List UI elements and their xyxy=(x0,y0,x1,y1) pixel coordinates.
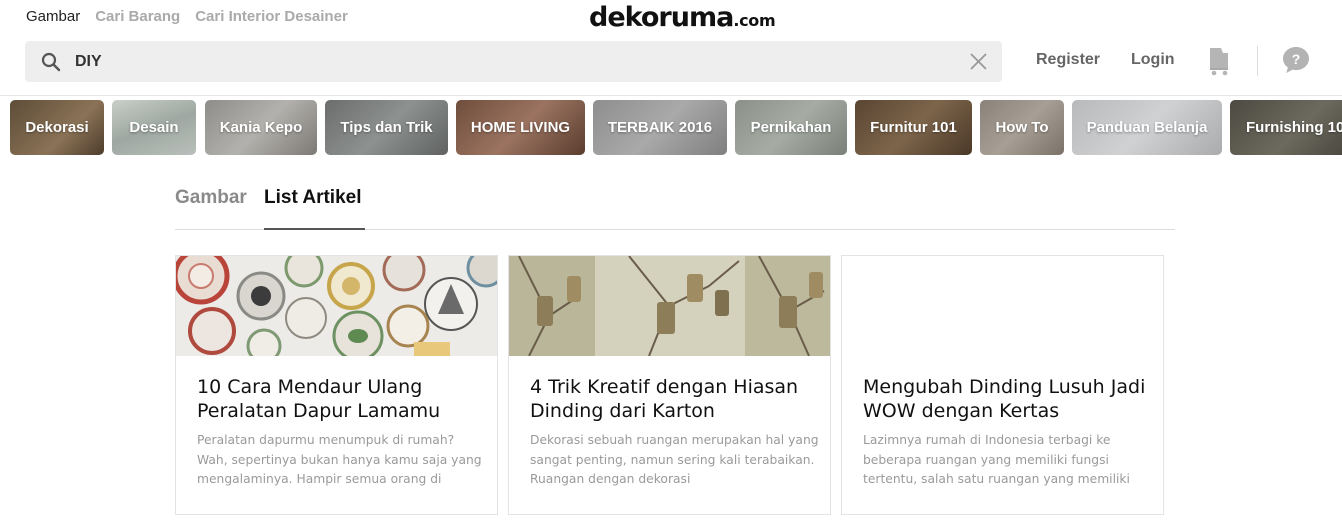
category-label: Dekorasi xyxy=(25,119,89,136)
category-pernikahan[interactable]: Pernikahan xyxy=(735,100,847,155)
category-label: Panduan Belanja xyxy=(1086,119,1208,136)
article-image-placeholder xyxy=(842,256,1163,356)
category-label: Furnishing 101 xyxy=(1246,119,1342,136)
header-divider xyxy=(1257,46,1258,76)
category-label: Desain xyxy=(129,119,179,136)
category-home-living[interactable]: HOME LIVING xyxy=(456,100,585,155)
category-label: Kania Kepo xyxy=(219,119,303,136)
mode-tab-cari-barang[interactable]: Cari Barang xyxy=(95,8,180,25)
view-toggle: Gambar List Artikel xyxy=(175,187,1175,230)
logo-main-text: dekoruma xyxy=(589,2,734,33)
category-label: Tips dan Trik xyxy=(340,119,433,136)
shopping-bag-icon[interactable] xyxy=(1207,45,1231,76)
tab-gambar[interactable]: Gambar xyxy=(175,187,247,230)
article-title[interactable]: 4 Trik Kreatif dengan Hiasan Dinding dar… xyxy=(530,375,820,423)
site-logo[interactable]: dekoruma.com xyxy=(589,2,776,33)
category-label: HOME LIVING xyxy=(470,119,571,136)
svg-text:?: ? xyxy=(1292,51,1301,67)
category-label: How To xyxy=(995,119,1049,136)
search-mode-tabs: Gambar Cari Barang Cari Interior Desaine… xyxy=(26,8,348,25)
article-card[interactable]: 10 Cara Mendaur Ulang Peralatan Dapur La… xyxy=(175,255,498,515)
login-link[interactable]: Login xyxy=(1131,51,1175,69)
category-label: Pernikahan xyxy=(750,119,832,136)
category-furnishing-101[interactable]: Furnishing 101 xyxy=(1230,100,1342,155)
category-furnitur-101[interactable]: Furnitur 101 xyxy=(855,100,972,155)
article-title[interactable]: 10 Cara Mendaur Ulang Peralatan Dapur La… xyxy=(197,375,487,423)
mode-tab-cari-interior-desainer[interactable]: Cari Interior Desainer xyxy=(195,8,348,25)
category-label: TERBAIK 2016 xyxy=(607,119,713,136)
article-image-cardboard-decor xyxy=(509,256,830,356)
article-excerpt: Dekorasi sebuah ruangan merupakan hal ya… xyxy=(530,433,819,486)
category-strip: Dekorasi Desain Kania Kepo Tips dan Trik… xyxy=(0,95,1342,159)
mode-tab-gambar[interactable]: Gambar xyxy=(26,8,80,25)
article-title[interactable]: Mengubah Dinding Lusuh Jadi WOW dengan K… xyxy=(863,375,1153,423)
category-desain[interactable]: Desain xyxy=(112,100,196,155)
category-panduan-belanja[interactable]: Panduan Belanja xyxy=(1072,100,1222,155)
article-excerpt: Lazimnya rumah di Indonesia terbagi ke b… xyxy=(863,433,1130,486)
article-card[interactable]: Mengubah Dinding Lusuh Jadi WOW dengan K… xyxy=(841,255,1164,515)
register-link[interactable]: Register xyxy=(1036,51,1100,69)
search-icon xyxy=(41,52,61,72)
category-kania-kepo[interactable]: Kania Kepo xyxy=(205,100,317,155)
article-excerpt: Peralatan dapurmu menumpuk di rumah? Wah… xyxy=(197,433,482,486)
tab-list-artikel[interactable]: List Artikel xyxy=(264,187,365,230)
clear-search-icon[interactable] xyxy=(969,52,988,71)
logo-tld-text: .com xyxy=(733,11,776,30)
category-terbaik-2016[interactable]: TERBAIK 2016 xyxy=(593,100,727,155)
help-icon[interactable]: ? xyxy=(1281,45,1311,75)
category-label: Furnitur 101 xyxy=(870,119,957,136)
article-image-plates xyxy=(176,256,497,356)
category-dekorasi[interactable]: Dekorasi xyxy=(10,100,104,155)
category-how-to[interactable]: How To xyxy=(980,100,1064,155)
category-tips-dan-trik[interactable]: Tips dan Trik xyxy=(325,100,448,155)
search-bar xyxy=(25,41,1002,82)
search-input[interactable] xyxy=(75,41,955,82)
article-card[interactable]: 4 Trik Kreatif dengan Hiasan Dinding dar… xyxy=(508,255,831,515)
